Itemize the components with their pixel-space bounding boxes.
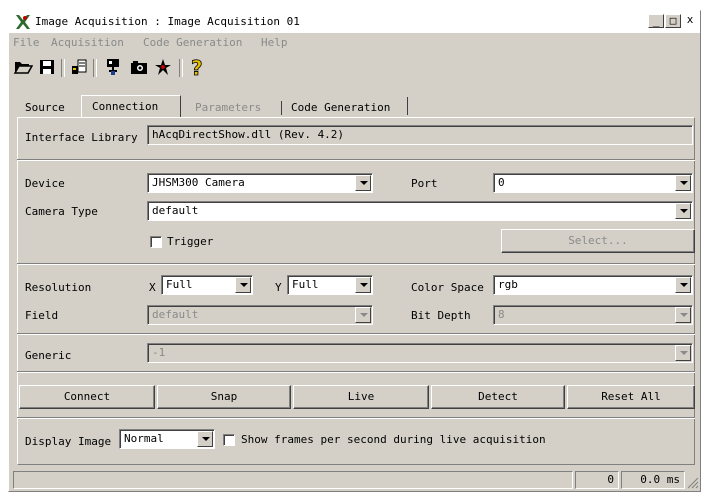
fps-checkbox[interactable] — [223, 434, 235, 446]
divider — [17, 417, 695, 419]
chevron-down-icon[interactable] — [675, 203, 691, 219]
field-value: default — [152, 308, 199, 321]
resolution-x-value: Full — [166, 278, 193, 291]
camera-type-value: default — [152, 204, 199, 217]
app-icon — [16, 15, 30, 29]
chevron-down-icon[interactable] — [355, 277, 371, 293]
tab-connection[interactable]: Connection — [92, 100, 158, 113]
chevron-down-icon[interactable] — [197, 431, 213, 447]
bit-depth-label: Bit Depth — [411, 309, 471, 322]
menu-acquisition[interactable]: Acquisition — [51, 36, 124, 49]
trigger-label: Trigger — [167, 235, 214, 248]
connect-camera-icon[interactable] — [103, 57, 123, 77]
resolution-label: Resolution — [25, 281, 92, 294]
display-image-select[interactable]: Normal — [119, 429, 215, 449]
field-label: Field — [25, 309, 59, 322]
bit-depth-select: 8 — [493, 305, 693, 325]
chevron-down-icon — [675, 307, 691, 323]
snap-camera-icon[interactable] — [129, 57, 149, 77]
status-time: 0.0 ms — [621, 471, 685, 489]
menu-help[interactable]: Help — [261, 36, 288, 49]
maximize-button[interactable]: □ — [665, 14, 681, 28]
toolbar-separator — [61, 59, 65, 77]
color-space-select[interactable]: rgb — [493, 275, 693, 295]
display-image-value: Normal — [124, 432, 164, 445]
chevron-down-icon[interactable] — [675, 277, 691, 293]
device-label: Device — [25, 177, 65, 190]
device-select[interactable]: JHSM300 Camera — [147, 173, 373, 193]
toolbar-separator — [179, 59, 183, 77]
status-message — [13, 471, 573, 489]
resolution-y-value: Full — [292, 278, 319, 291]
image-acquisition-window: Image Acquisition : Image Acquisition 01… — [8, 10, 701, 492]
divider — [17, 333, 695, 335]
camera-type-select[interactable]: default — [147, 201, 693, 221]
window-title: Image Acquisition : Image Acquisition 01 — [35, 15, 300, 28]
chevron-down-icon[interactable] — [355, 175, 371, 191]
live-icon[interactable] — [153, 57, 173, 77]
interface-library-field: hAcqDirectShow.dll (Rev. 4.2) — [147, 125, 693, 145]
port-label: Port — [411, 177, 438, 190]
fps-label: Show frames per second during live acqui… — [241, 433, 546, 446]
connect-button[interactable]: Connect — [19, 385, 155, 409]
display-image-label: Display Image — [25, 435, 112, 448]
select-button[interactable]: Select... — [501, 229, 695, 253]
field-select: default — [147, 305, 373, 325]
title-bar[interactable]: Image Acquisition : Image Acquisition 01… — [9, 11, 700, 33]
tab-divider — [407, 97, 408, 115]
color-space-label: Color Space — [411, 281, 484, 294]
resize-grip-icon[interactable] — [687, 477, 699, 489]
generic-label: Generic — [25, 349, 72, 362]
snap-button[interactable]: Snap — [157, 385, 291, 409]
status-bar: 0 0.0 ms — [9, 469, 700, 491]
divider — [17, 159, 695, 161]
device-value: JHSM300 Camera — [152, 176, 245, 189]
save-icon[interactable] — [37, 57, 57, 77]
open-folder-icon[interactable] — [13, 57, 33, 77]
divider — [17, 371, 695, 373]
chevron-down-icon — [355, 307, 371, 323]
acquisition-params-icon[interactable] — [69, 57, 89, 77]
chevron-down-icon[interactable] — [675, 175, 691, 191]
generic-select: -1 — [147, 343, 693, 363]
svg-text:?: ? — [191, 57, 203, 77]
live-button[interactable]: Live — [293, 385, 429, 409]
color-space-value: rgb — [498, 278, 518, 291]
menu-file[interactable]: File — [13, 36, 40, 49]
menu-code-generation[interactable]: Code Generation — [143, 36, 242, 49]
divider — [17, 263, 695, 265]
generic-value: -1 — [152, 346, 166, 359]
tab-divider — [281, 101, 282, 115]
bit-depth-value: 8 — [498, 308, 505, 321]
close-button[interactable]: x — [682, 14, 698, 28]
interface-library-label: Interface Library — [25, 131, 138, 144]
x-label: X — [149, 281, 156, 294]
detect-button[interactable]: Detect — [431, 385, 565, 409]
toolbar: ? — [9, 53, 700, 81]
status-count: 0 — [575, 471, 619, 489]
chevron-down-icon — [675, 345, 691, 361]
reset-all-button[interactable]: Reset All — [567, 385, 695, 409]
tab-connection-frame: Connection — [81, 95, 181, 117]
resolution-x-select[interactable]: Full — [161, 275, 253, 295]
toolbar-separator — [93, 59, 97, 77]
chevron-down-icon[interactable] — [235, 277, 251, 293]
resolution-y-select[interactable]: Full — [287, 275, 373, 295]
minimize-button[interactable]: _ — [648, 14, 664, 28]
trigger-checkbox[interactable] — [150, 236, 162, 248]
menu-bar: File Acquisition Code Generation Help — [9, 33, 700, 53]
port-select[interactable]: 0 — [493, 173, 693, 193]
y-label: Y — [275, 281, 282, 294]
port-value: 0 — [498, 176, 505, 189]
help-icon[interactable]: ? — [187, 57, 207, 77]
camera-type-label: Camera Type — [25, 205, 98, 218]
